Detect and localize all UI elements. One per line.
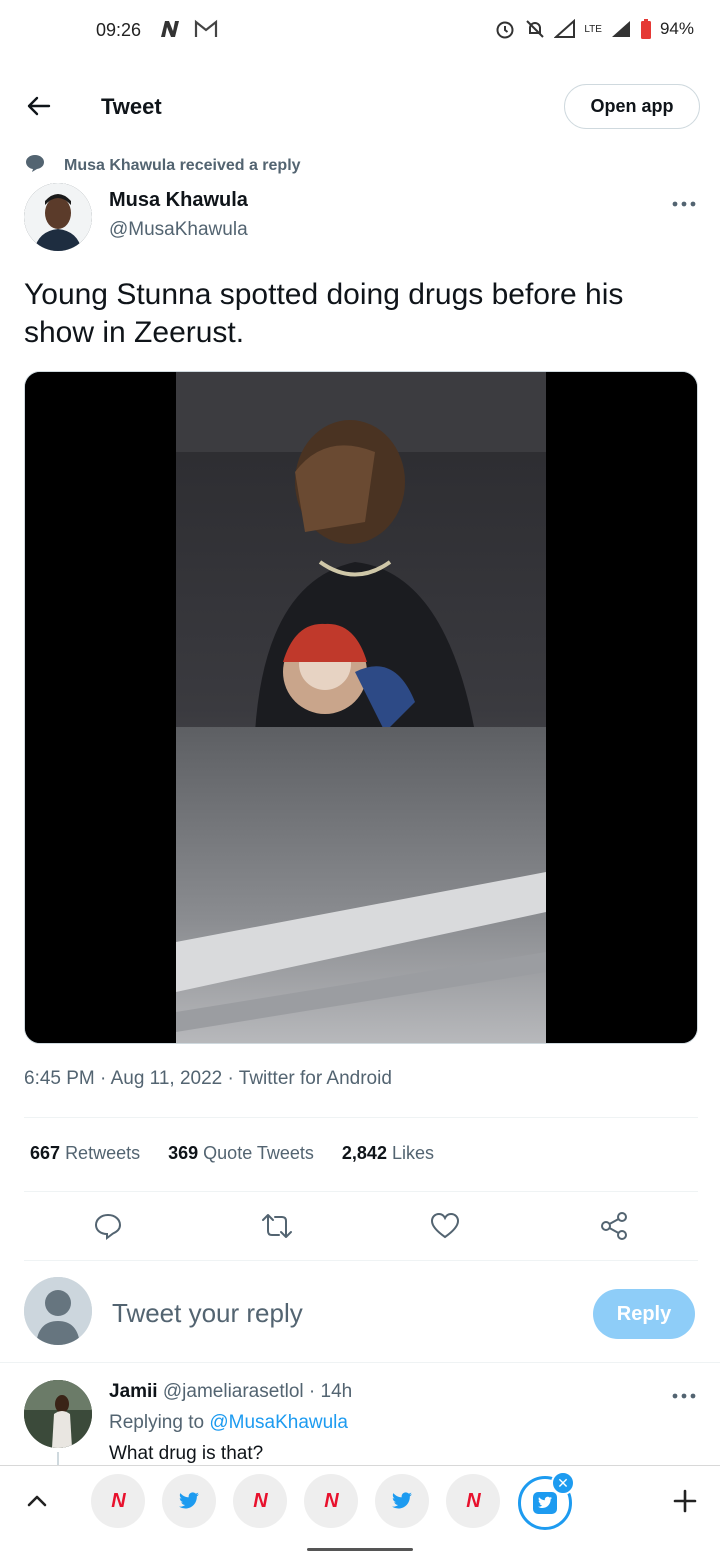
lte-icon: LTE xyxy=(584,23,602,35)
battery-icon xyxy=(640,18,652,40)
gmail-icon xyxy=(194,19,218,44)
reply-author-avatar[interactable] xyxy=(24,1380,92,1448)
default-avatar xyxy=(24,1277,92,1345)
top-app-bar: Tweet Open app xyxy=(0,70,720,142)
thread-line xyxy=(57,1452,59,1466)
chevron-up-icon[interactable] xyxy=(22,1486,52,1516)
reply-time: · 14h xyxy=(308,1381,353,1402)
quote-tweets-stat[interactable]: 369 Quote Tweets xyxy=(168,1143,314,1164)
divider xyxy=(24,1117,698,1118)
alarm-icon xyxy=(494,18,516,40)
tweet-timestamp[interactable]: 6:45 PM · Aug 11, 2022 · Twitter for And… xyxy=(24,1068,392,1090)
tweet-video[interactable] xyxy=(24,371,698,1044)
twitter-tab-icon[interactable] xyxy=(162,1474,216,1528)
avatar[interactable] xyxy=(24,183,92,251)
open-app-button[interactable]: Open app xyxy=(564,84,700,129)
battery-percent: 94% xyxy=(659,19,694,38)
status-bar: 09:26 LTE 94% xyxy=(0,0,720,62)
like-icon[interactable] xyxy=(429,1210,461,1242)
home-indicator xyxy=(307,1548,413,1551)
reply-input[interactable]: Tweet your reply xyxy=(112,1298,303,1329)
social-context: Musa Khawula received a reply xyxy=(24,153,301,178)
replying-mention-link[interactable]: @MusaKhawula xyxy=(209,1412,348,1433)
tweet-actions xyxy=(0,1200,720,1252)
retweets-stat[interactable]: 667 Retweets xyxy=(30,1143,140,1164)
reply-author-name[interactable]: Jamii xyxy=(109,1381,158,1402)
notification-icons xyxy=(158,19,218,44)
news-tab-icon[interactable]: N xyxy=(91,1474,145,1528)
divider xyxy=(0,1362,720,1363)
news-tab-icon[interactable]: N xyxy=(304,1474,358,1528)
signal-icon xyxy=(610,19,632,39)
page-title: Tweet xyxy=(101,94,162,119)
share-icon[interactable] xyxy=(598,1210,630,1242)
author-name[interactable]: Musa Khawula xyxy=(109,189,248,212)
divider xyxy=(24,1191,698,1192)
divider xyxy=(24,1260,698,1261)
reply-button[interactable]: Reply xyxy=(593,1289,695,1339)
reply-header: Jamii @jameliarasetlol · 14h xyxy=(109,1381,352,1403)
more-options-icon[interactable] xyxy=(666,192,702,216)
more-options-icon[interactable] xyxy=(666,1384,702,1408)
reply-text: What drug is that? xyxy=(109,1443,264,1464)
retweet-icon[interactable] xyxy=(261,1210,293,1242)
mute-icon xyxy=(524,18,546,40)
news-tab-icon[interactable]: N xyxy=(446,1474,500,1528)
browser-tab-bar: N N N N ✕ xyxy=(0,1465,720,1537)
likes-stat[interactable]: 2,842 Likes xyxy=(342,1143,434,1164)
reply-bubble-icon xyxy=(24,153,46,178)
status-time: 09:26 xyxy=(96,20,142,40)
replying-to: Replying to @MusaKhawula xyxy=(109,1412,348,1433)
social-context-text: Musa Khawula received a reply xyxy=(64,156,301,174)
back-arrow-icon[interactable] xyxy=(20,88,56,124)
reply-author-handle[interactable]: @jameliarasetlol xyxy=(163,1381,304,1402)
twitter-tab-icon[interactable] xyxy=(375,1474,429,1528)
news-tab-icon[interactable]: N xyxy=(233,1474,287,1528)
tweet-stats: 667 Retweets 369 Quote Tweets 2,842 Like… xyxy=(30,1143,434,1164)
n-app-icon xyxy=(158,19,186,44)
author-handle[interactable]: @MusaKhawula xyxy=(109,219,248,241)
reply-icon[interactable] xyxy=(92,1210,124,1242)
close-icon[interactable]: ✕ xyxy=(551,1471,575,1495)
tweet-text: Young Stunna spotted doing drugs before … xyxy=(24,278,624,349)
plus-icon[interactable] xyxy=(670,1486,700,1516)
signal-icon xyxy=(554,19,576,39)
